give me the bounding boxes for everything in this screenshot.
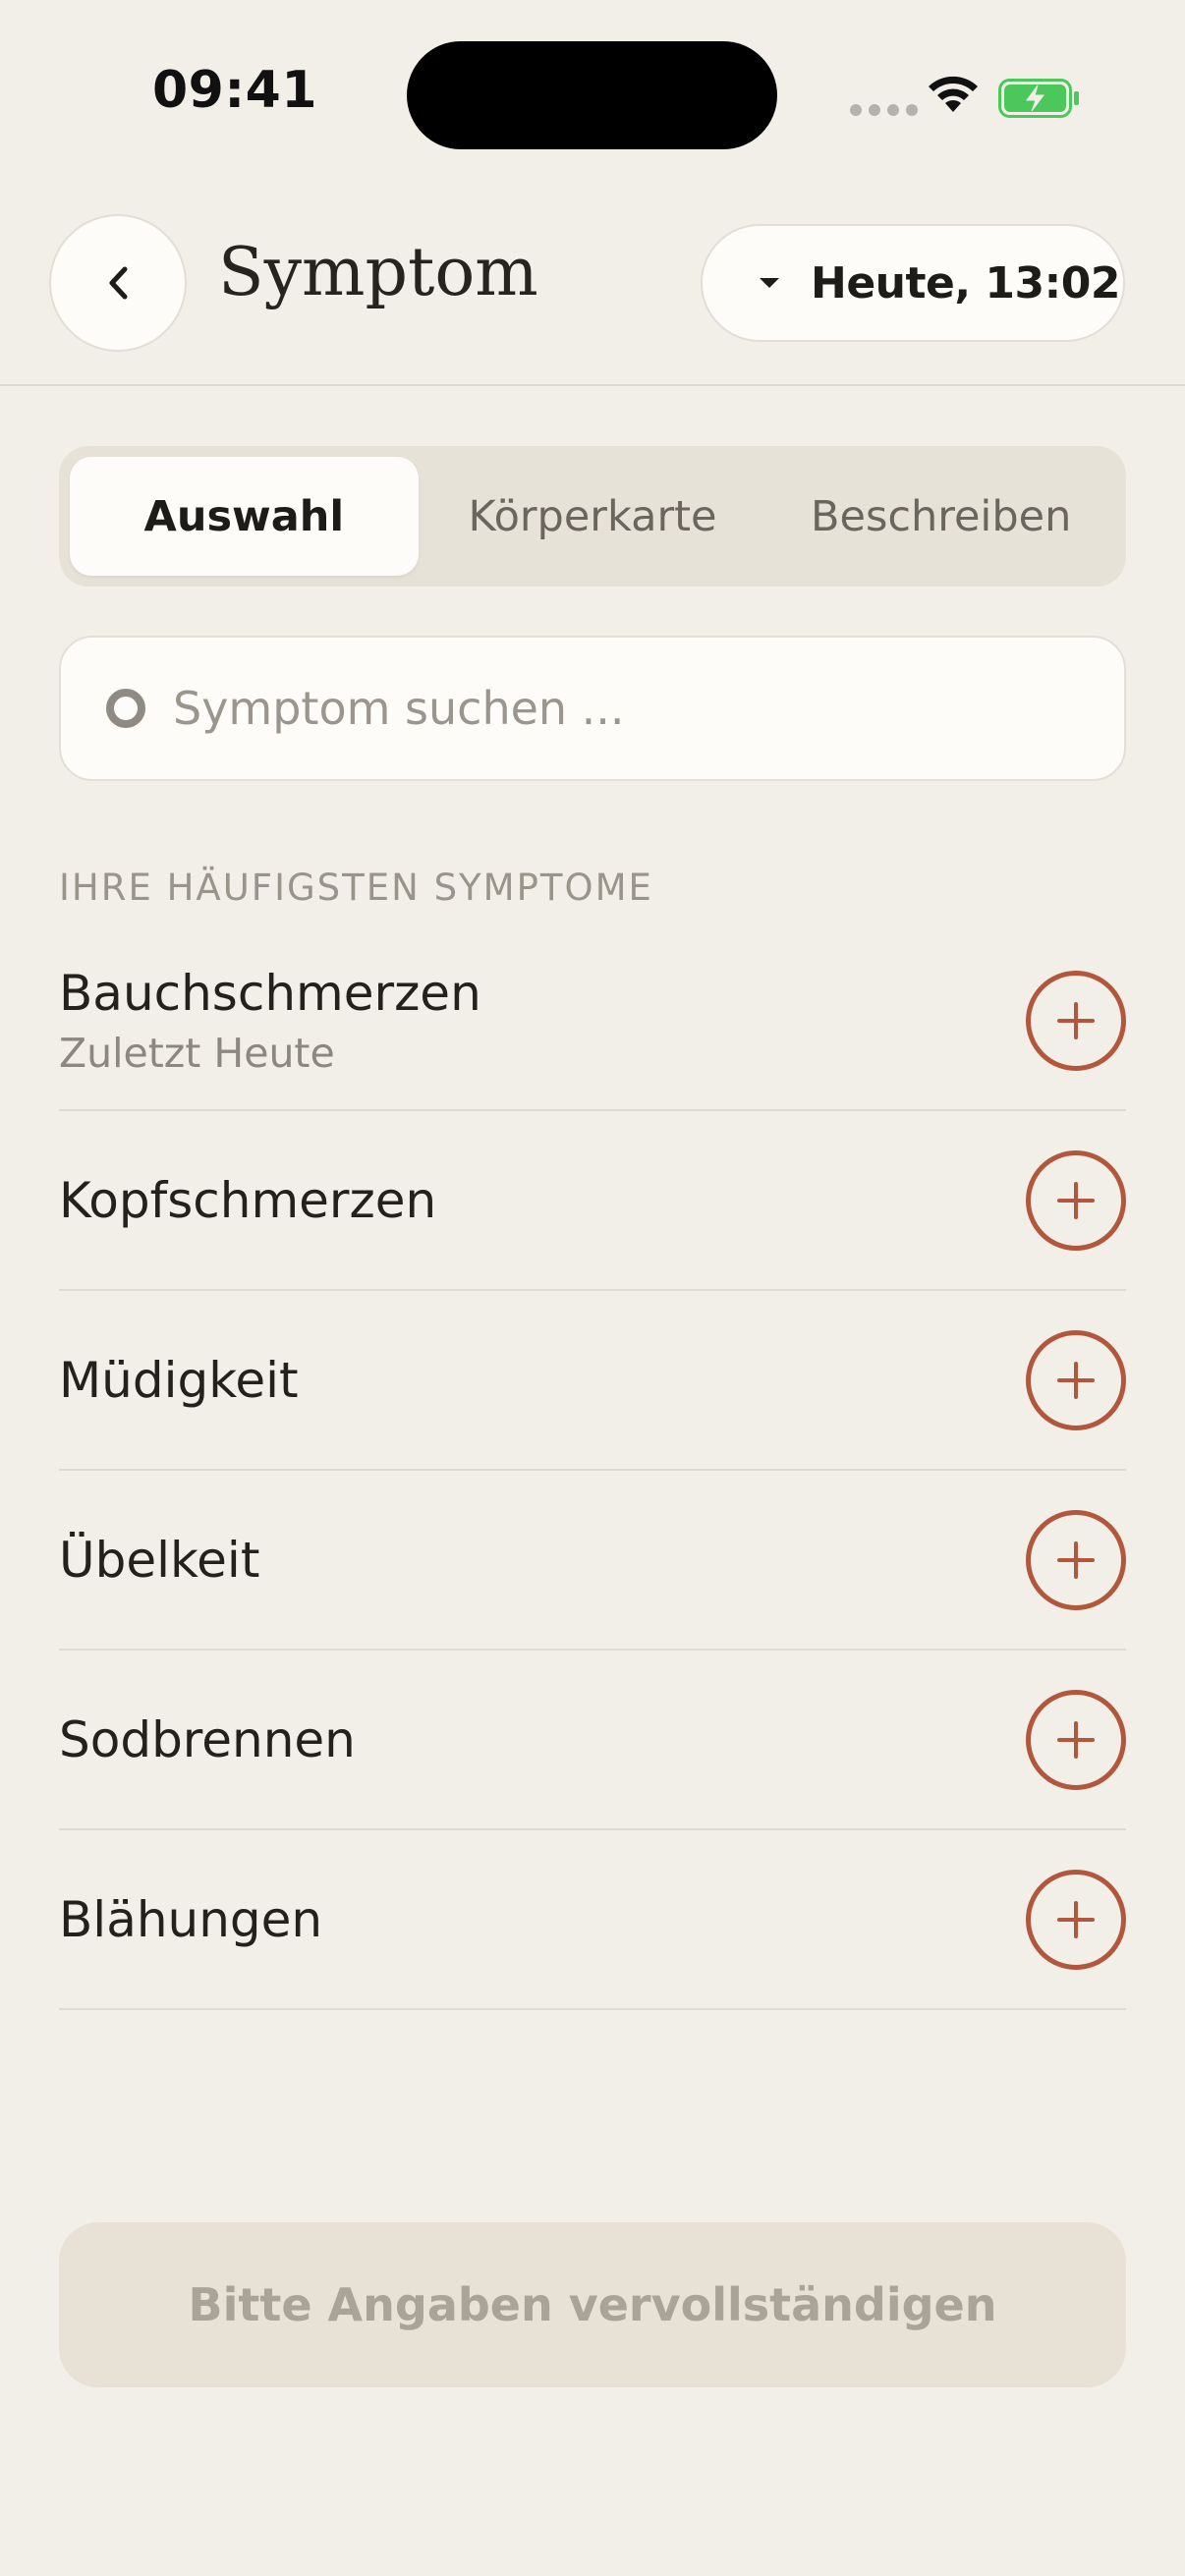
symptom-name: Blähungen [59,1890,323,1948]
mode-tabs: Auswahl Körperkarte Beschreiben [59,446,1126,587]
status-bar: 09:41 [0,0,1185,187]
plus-icon [1057,1900,1095,1938]
list-item[interactable]: Bauchschmerzen Zuletzt Heute [59,931,1126,1111]
plus-icon [1057,1001,1095,1039]
cellular-signal-icon [850,104,918,116]
caret-down-icon [760,278,779,288]
symptom-last-logged: Zuletzt Heute [59,1029,335,1077]
tab-koerperkarte[interactable]: Körperkarte [419,457,767,576]
list-item[interactable]: Kopfschmerzen [59,1111,1126,1291]
wifi-icon [929,76,978,112]
search-icon [106,689,145,728]
search-input[interactable] [173,682,1038,735]
list-item[interactable]: Müdigkeit [59,1291,1126,1471]
status-time: 09:41 [152,61,318,120]
add-symptom-button[interactable] [1026,1509,1126,1610]
symptom-name: Kopfschmerzen [59,1171,437,1229]
add-symptom-button[interactable] [1026,1149,1126,1251]
symptom-name: Bauchschmerzen [59,964,481,1022]
header: Symptom Heute, 13:02 [0,187,1185,386]
list-item[interactable]: Blähungen [59,1830,1126,2010]
date-label: Heute, 13:02 [811,257,1120,308]
symptom-name: Übelkeit [59,1531,260,1589]
dynamic-island [407,41,777,149]
plus-icon [1057,1720,1095,1759]
list-item[interactable]: Sodbrennen [59,1651,1126,1830]
add-symptom-button[interactable] [1026,970,1126,1071]
plus-icon [1057,1361,1095,1399]
symptom-list: Bauchschmerzen Zuletzt Heute Kopfschmerz… [59,931,1126,2010]
back-button[interactable] [49,214,187,352]
tab-beschreiben[interactable]: Beschreiben [766,457,1115,576]
add-symptom-button[interactable] [1026,1689,1126,1790]
battery-charging-icon [998,79,1079,118]
add-symptom-button[interactable] [1026,1869,1126,1970]
date-picker-button[interactable]: Heute, 13:02 [701,224,1125,342]
search-field[interactable] [59,636,1126,781]
plus-icon [1057,1540,1095,1579]
add-symptom-button[interactable] [1026,1329,1126,1430]
section-title: IHRE HÄUFIGSTEN SYMPTOME [59,867,653,909]
symptom-name: Sodbrennen [59,1710,356,1768]
chevron-left-icon [109,266,128,300]
symptom-name: Müdigkeit [59,1351,299,1409]
tab-auswahl[interactable]: Auswahl [70,457,419,576]
submit-button[interactable]: Bitte Angaben vervollständigen [59,2222,1126,2387]
page-title: Symptom [218,234,538,311]
plus-icon [1057,1181,1095,1219]
list-item[interactable]: Übelkeit [59,1471,1126,1651]
